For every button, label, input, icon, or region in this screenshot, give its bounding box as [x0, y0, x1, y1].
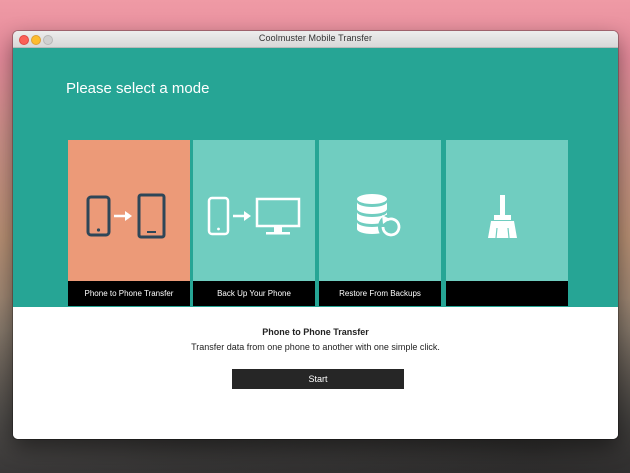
- mode-tile-restore[interactable]: Restore From Backups: [319, 140, 441, 306]
- database-restore-icon: [357, 194, 404, 240]
- start-button[interactable]: Start: [232, 369, 404, 389]
- tile-face: [68, 140, 190, 281]
- selected-mode-description: Transfer data from one phone to another …: [191, 342, 440, 352]
- selected-mode-title: Phone to Phone Transfer: [262, 327, 369, 337]
- mode-tile-phone-to-phone[interactable]: Phone to Phone Transfer: [68, 140, 190, 306]
- phone-to-computer-icon: [207, 196, 301, 236]
- tile-face: [446, 140, 568, 281]
- mode-tile-backup[interactable]: Back Up Your Phone: [193, 140, 315, 306]
- mode-tile-clean[interactable]: [446, 140, 568, 306]
- phone-to-phone-icon: [86, 193, 166, 239]
- tile-label: Back Up Your Phone: [193, 281, 315, 306]
- broom-icon: [488, 195, 517, 239]
- tile-face: [193, 140, 315, 281]
- tile-label: Phone to Phone Transfer: [68, 281, 190, 306]
- app-window: Coolmuster Mobile Transfer Please select…: [13, 31, 618, 439]
- tile-label: Restore From Backups: [319, 281, 441, 306]
- tile-face: [319, 140, 441, 281]
- page-title: Please select a mode: [66, 80, 210, 97]
- mode-selection-panel: Please select a mode Phone to Phone Tran…: [13, 48, 618, 307]
- title-bar: Coolmuster Mobile Transfer: [13, 31, 618, 48]
- mode-detail-panel: Phone to Phone Transfer Transfer data fr…: [13, 307, 618, 439]
- window-title: Coolmuster Mobile Transfer: [258, 33, 373, 43]
- tile-label: [446, 281, 568, 306]
